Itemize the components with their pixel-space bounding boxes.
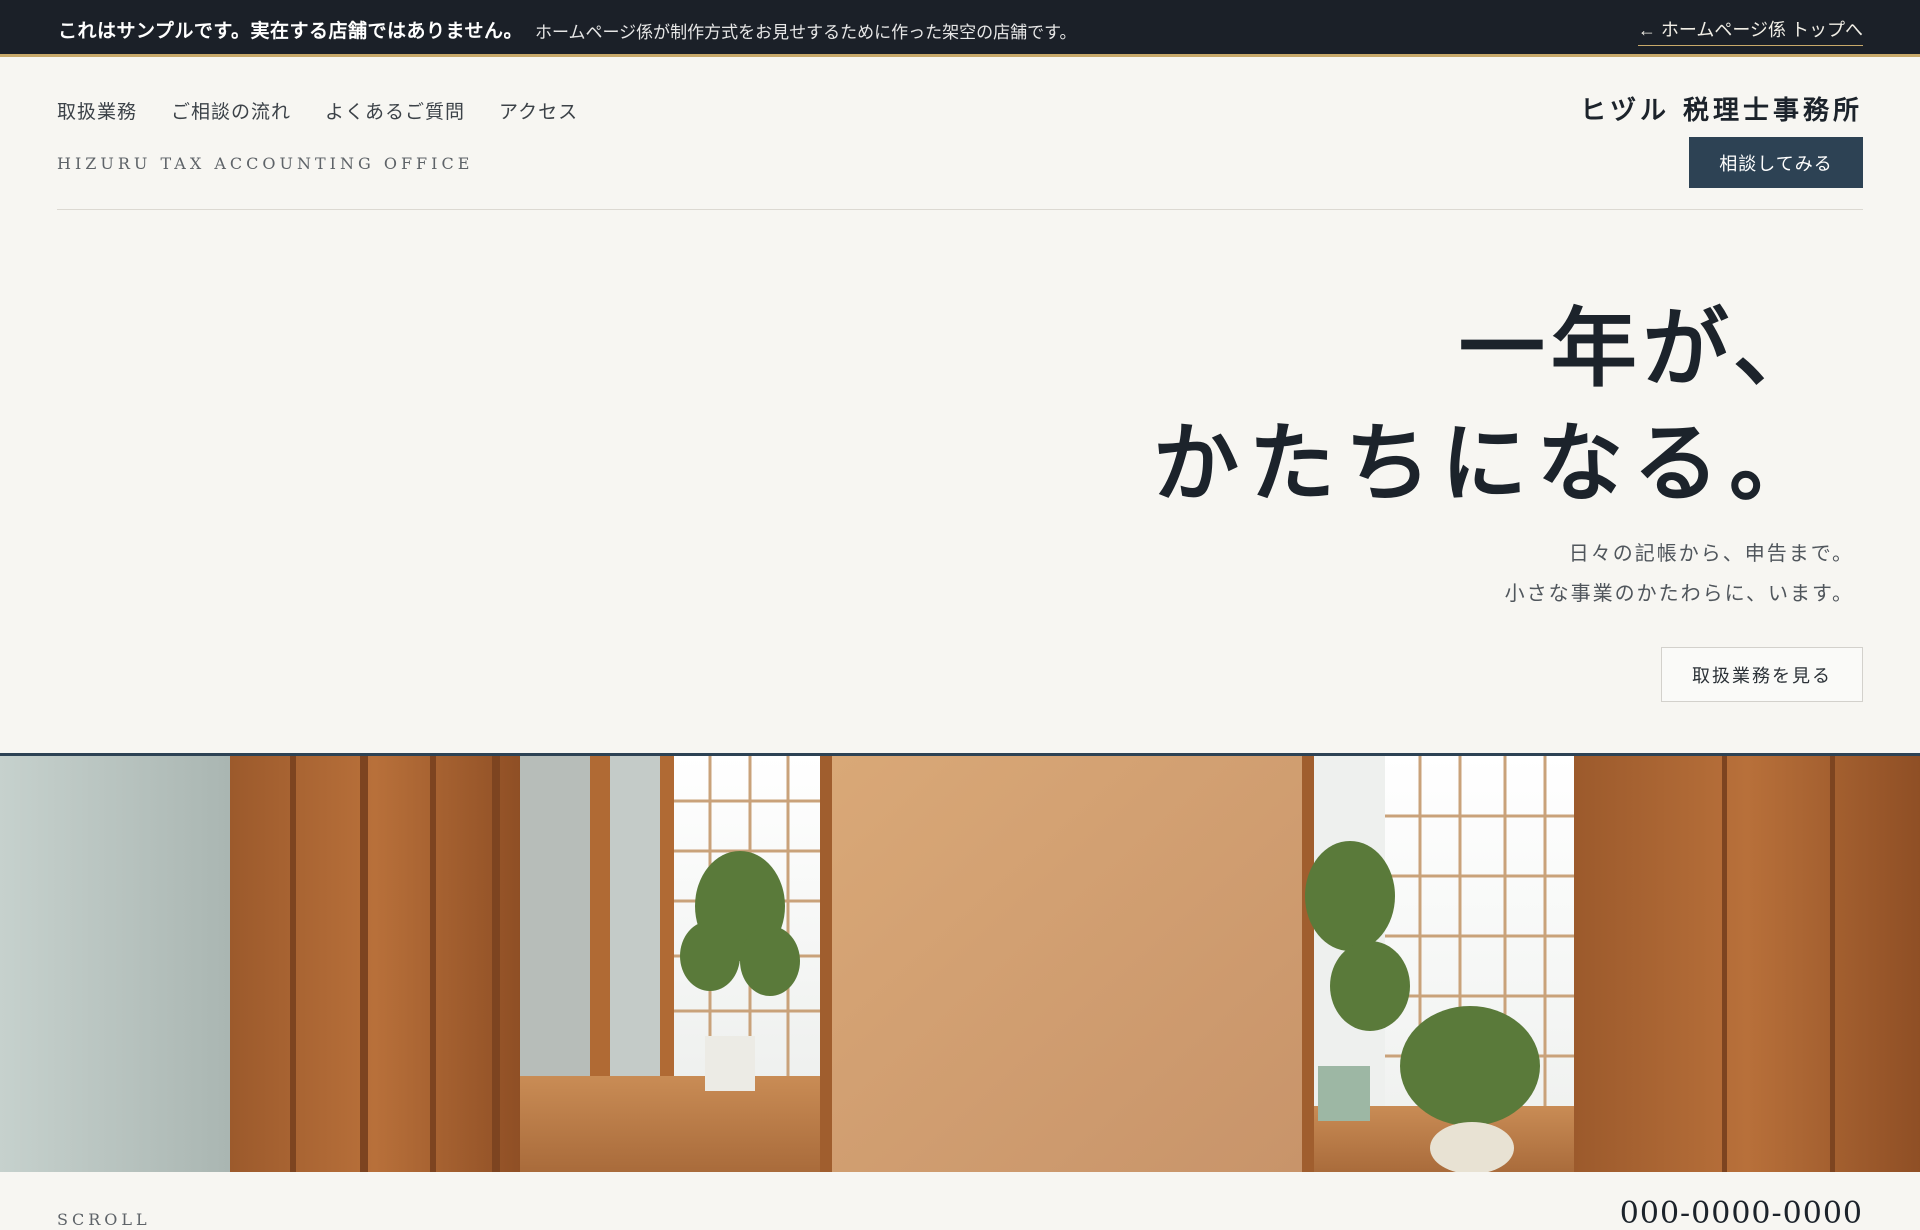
- sample-notice-text: ホームページ係が制作方式をお見せするために作った架空の店舗です。: [535, 23, 1077, 42]
- back-to-top-link[interactable]: ← ホームページ係 トップへ: [1637, 16, 1863, 46]
- hero-subtext-line1: 日々の記帳から、申告まで。: [1568, 543, 1854, 565]
- consult-button[interactable]: 相談してみる: [1689, 137, 1863, 188]
- nav-item-faq[interactable]: よくあるご質問: [325, 97, 465, 124]
- view-services-button[interactable]: 取扱業務を見る: [1661, 647, 1863, 702]
- hero-headline-line2: かたちになる。: [1153, 413, 1825, 514]
- scroll-indicator: SCROLL: [57, 1210, 151, 1229]
- phone-number[interactable]: 000-0000-0000: [1620, 1196, 1863, 1230]
- office-logo-name[interactable]: ヒヅル 税理士事務所: [1580, 90, 1863, 127]
- hero-headline-line1: 一年が、: [1458, 298, 1825, 399]
- office-english-name: HIZURU TAX ACCOUNTING OFFICE: [57, 154, 474, 173]
- nav-item-services[interactable]: 取扱業務: [57, 97, 137, 124]
- main-nav: 取扱業務 ご相談の流れ よくあるご質問 アクセス: [57, 97, 578, 124]
- header-divider: [57, 209, 1863, 210]
- office-interior-photo: [0, 753, 1920, 1172]
- sample-notice-bar: これはサンプルです。実在する店舗ではありません。 ホームページ係が制作方式をお見…: [0, 0, 1920, 57]
- nav-item-consult-flow[interactable]: ご相談の流れ: [171, 97, 291, 124]
- nav-item-access[interactable]: アクセス: [499, 97, 578, 124]
- hero-subtext-line2: 小さな事業のかたわらに、います。: [1504, 583, 1854, 605]
- sample-notice-bold: これはサンプルです。実在する店舗ではありません。: [58, 21, 523, 42]
